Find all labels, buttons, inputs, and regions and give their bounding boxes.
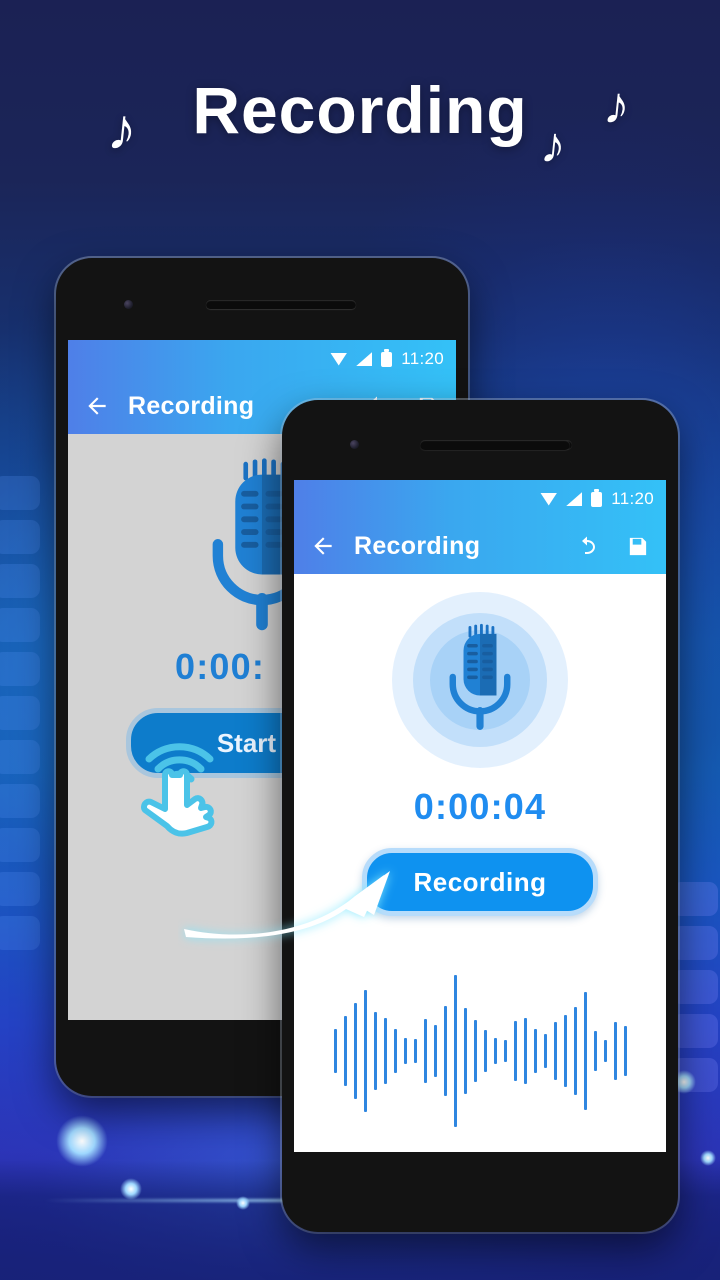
waveform-bar: [543, 1034, 547, 1068]
sparkle: [56, 1115, 108, 1167]
waveform-bar: [413, 1039, 417, 1063]
waveform-bar: [403, 1038, 407, 1064]
bottom-speaker: [206, 300, 356, 309]
front-status-bar: 11:20: [294, 480, 666, 518]
battery-icon: [591, 488, 603, 507]
battery-icon: [381, 348, 393, 367]
waveform-bar: [463, 1008, 467, 1094]
front-phone-screen: 11:20 Recording 0:00:04 Recording: [294, 480, 666, 1152]
microphone-icon: [437, 622, 523, 739]
sparkle: [236, 1196, 250, 1210]
waveform-bar: [573, 1007, 577, 1095]
recording-button[interactable]: Recording: [362, 848, 598, 916]
signal-icon: [356, 352, 373, 366]
waveform-bar: [443, 1006, 447, 1096]
bottom-speaker: [420, 440, 570, 450]
sparkle: [700, 1150, 716, 1166]
front-toolbar: Recording: [294, 518, 666, 574]
waveform-bar: [583, 992, 587, 1110]
waveform-bar: [453, 975, 457, 1127]
waveform-bar: [373, 1012, 377, 1090]
waveform-bar: [563, 1015, 567, 1087]
waveform-bar: [493, 1038, 497, 1064]
waveform-bar: [333, 1029, 337, 1073]
waveform-bar: [353, 1003, 357, 1099]
waveform-bar: [383, 1018, 387, 1084]
waveform-visualizer: [294, 966, 666, 1136]
back-arrow-icon[interactable]: [308, 531, 338, 561]
waveform-bar: [553, 1022, 557, 1080]
wifi-icon: [330, 352, 348, 366]
front-screen-content: 0:00:04 Recording: [294, 574, 666, 1152]
waveform-bar: [473, 1020, 477, 1082]
waveform-bar: [423, 1019, 427, 1083]
recording-timer: 0:00:04: [413, 786, 547, 827]
front-phone-mockup: 11:20 Recording 0:00:04 Recording: [282, 400, 678, 1232]
front-toolbar-title: Recording: [354, 531, 481, 560]
waveform-bar: [343, 1016, 347, 1086]
waveform-bar: [603, 1040, 607, 1062]
waveform-bar: [533, 1029, 537, 1073]
waveform-bar: [503, 1040, 507, 1062]
waveform-bar: [393, 1029, 397, 1073]
waveform-bar: [483, 1030, 487, 1072]
front-camera-icon: [124, 300, 133, 309]
waveform-bar: [593, 1031, 597, 1071]
front-camera-icon: [350, 440, 359, 449]
signal-icon: [566, 492, 583, 506]
save-icon[interactable]: [622, 531, 652, 561]
status-time: 11:20: [611, 489, 654, 508]
waveform-bar: [613, 1022, 617, 1080]
back-arrow-icon[interactable]: [82, 391, 112, 421]
back-status-bar: 11:20: [68, 340, 456, 378]
sparkle: [120, 1178, 142, 1200]
mic-halo-outer: [392, 592, 568, 768]
waveform-bar: [523, 1018, 527, 1084]
undo-icon[interactable]: [576, 531, 606, 561]
waveform-bar: [363, 990, 367, 1112]
tap-hand-icon: [120, 735, 250, 855]
waveform-bar: [513, 1021, 517, 1081]
status-time: 11:20: [401, 349, 444, 368]
screenshot-stage: Recording ♪ ♪ ♪ 11:20 Recording 0:00: St…: [0, 0, 720, 1280]
mic-halo-inner: [430, 623, 530, 730]
waveform-bar: [623, 1026, 627, 1076]
wifi-icon: [540, 492, 558, 506]
eq-column: [0, 476, 40, 950]
mic-halo-mid: [413, 613, 547, 747]
waveform-bar: [433, 1025, 437, 1077]
